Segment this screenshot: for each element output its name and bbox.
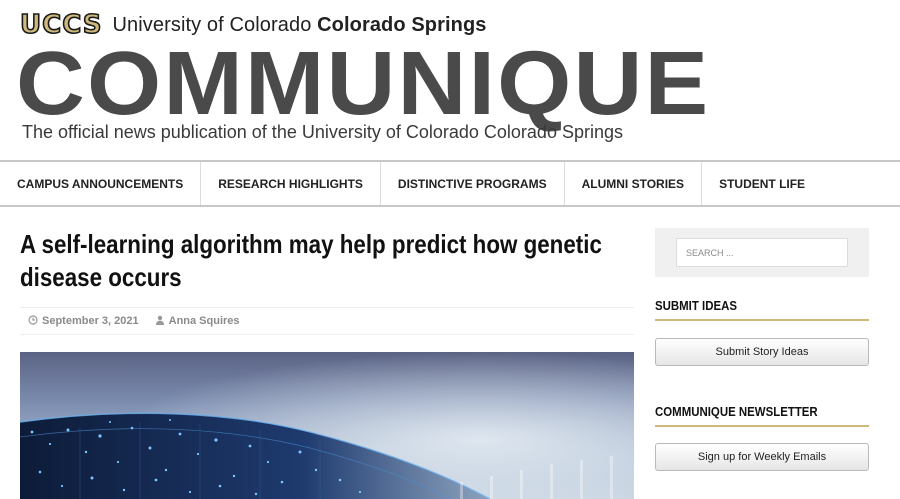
submit-ideas-heading: SUBMIT IDEAS <box>655 298 869 321</box>
submit-story-ideas-button[interactable]: Submit Story Ideas <box>655 338 869 366</box>
article-author[interactable]: Anna Squires <box>155 315 240 328</box>
masthead-title[interactable]: COMMUNIQUE <box>16 34 710 134</box>
article-author-text: Anna Squires <box>168 315 240 327</box>
newsletter-heading-text: COMMUNIQUE NEWSLETTER <box>655 404 818 419</box>
user-icon <box>155 315 165 328</box>
article-date-text: September 3, 2021 <box>42 315 139 327</box>
nav-student-life[interactable]: STUDENT LIFE <box>702 162 822 205</box>
article-title: A self-learning algorithm may help predi… <box>20 229 602 292</box>
hero-image-graphic <box>20 352 634 499</box>
newsletter-signup-button[interactable]: Sign up for Weekly Emails <box>655 443 869 471</box>
nav-alumni-stories[interactable]: ALUMNI STORIES <box>565 162 703 205</box>
article-meta: September 3, 2021 Anna Squires <box>20 307 634 335</box>
submit-ideas-heading-text: SUBMIT IDEAS <box>655 298 737 313</box>
nav-research-highlights[interactable]: RESEARCH HIGHLIGHTS <box>201 162 381 205</box>
newsletter-heading: COMMUNIQUE NEWSLETTER <box>655 404 869 427</box>
article-hero-image <box>20 352 634 499</box>
nav-campus-announcements[interactable]: CAMPUS ANNOUNCEMENTS <box>0 162 202 205</box>
masthead-tagline: The official news publication of the Uni… <box>22 122 623 142</box>
clock-icon <box>28 314 38 328</box>
search-input[interactable] <box>676 238 848 267</box>
main-navigation: CAMPUS ANNOUNCEMENTS RESEARCH HIGHLIGHTS… <box>0 160 900 207</box>
article-date[interactable]: September 3, 2021 <box>28 314 139 328</box>
site-header: UCCS University of Colorado Colorado Spr… <box>0 0 900 160</box>
search-widget <box>655 228 869 277</box>
nav-distinctive-programs[interactable]: DISTINCTIVE PROGRAMS <box>381 162 565 205</box>
university-prefix: University of Colorado <box>112 13 312 36</box>
university-bold: Colorado Springs <box>317 13 487 36</box>
